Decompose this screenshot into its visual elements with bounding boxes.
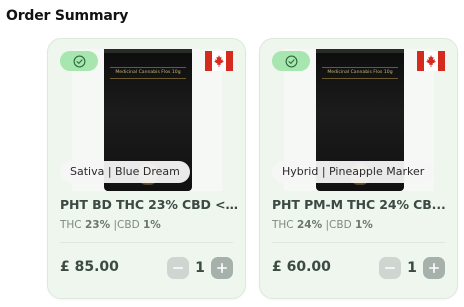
strain-tag: Hybrid | Pineapple Marker — [272, 161, 435, 183]
cannabinoid-info: THC 23% |CBD 1% — [60, 219, 161, 231]
cbd-value: 1% — [143, 219, 161, 231]
cannabinoid-info: THC 24% |CBD 1% — [272, 219, 373, 231]
minus-icon[interactable] — [379, 257, 401, 279]
canada-flag-icon — [205, 51, 233, 71]
divider — [60, 242, 233, 243]
plus-icon[interactable] — [211, 257, 233, 279]
thc-value: 23% — [85, 219, 111, 231]
quantity-value: 1 — [407, 260, 417, 276]
quantity-stepper: 1 — [379, 257, 445, 279]
canada-flag-icon — [417, 51, 445, 71]
quantity-stepper: 1 — [167, 257, 233, 279]
cbd-label: CBD — [117, 219, 140, 231]
bag-label: Medicinal Cannabis Flos 10g — [110, 67, 186, 79]
divider — [272, 242, 445, 243]
plus-icon[interactable] — [423, 257, 445, 279]
thc-label: THC — [60, 219, 82, 231]
price: £ 60.00 — [272, 259, 331, 275]
product-card[interactable]: Medicinal Cannabis Flos 10g Hybrid | Pin… — [259, 38, 458, 299]
thc-value: 24% — [297, 219, 323, 231]
price: £ 85.00 — [60, 259, 119, 275]
strain-tag: Sativa | Blue Dream — [60, 161, 190, 183]
quantity-value: 1 — [195, 260, 205, 276]
thc-label: THC — [272, 219, 294, 231]
bag-label: Medicinal Cannabis Flos 10g — [322, 67, 398, 79]
check-circle-icon — [60, 51, 98, 71]
cbd-label: CBD — [329, 219, 352, 231]
product-card[interactable]: Medicinal Cannabis Flos 10g Sativa | Blu… — [47, 38, 246, 299]
minus-icon[interactable] — [167, 257, 189, 279]
product-name[interactable]: PHT PM-M THC 24% CB... — [272, 197, 450, 212]
cbd-value: 1% — [355, 219, 373, 231]
order-summary-title: Order Summary — [6, 8, 129, 24]
check-circle-icon — [272, 51, 310, 71]
product-name[interactable]: PHT BD THC 23% CBD <1... — [60, 197, 238, 212]
